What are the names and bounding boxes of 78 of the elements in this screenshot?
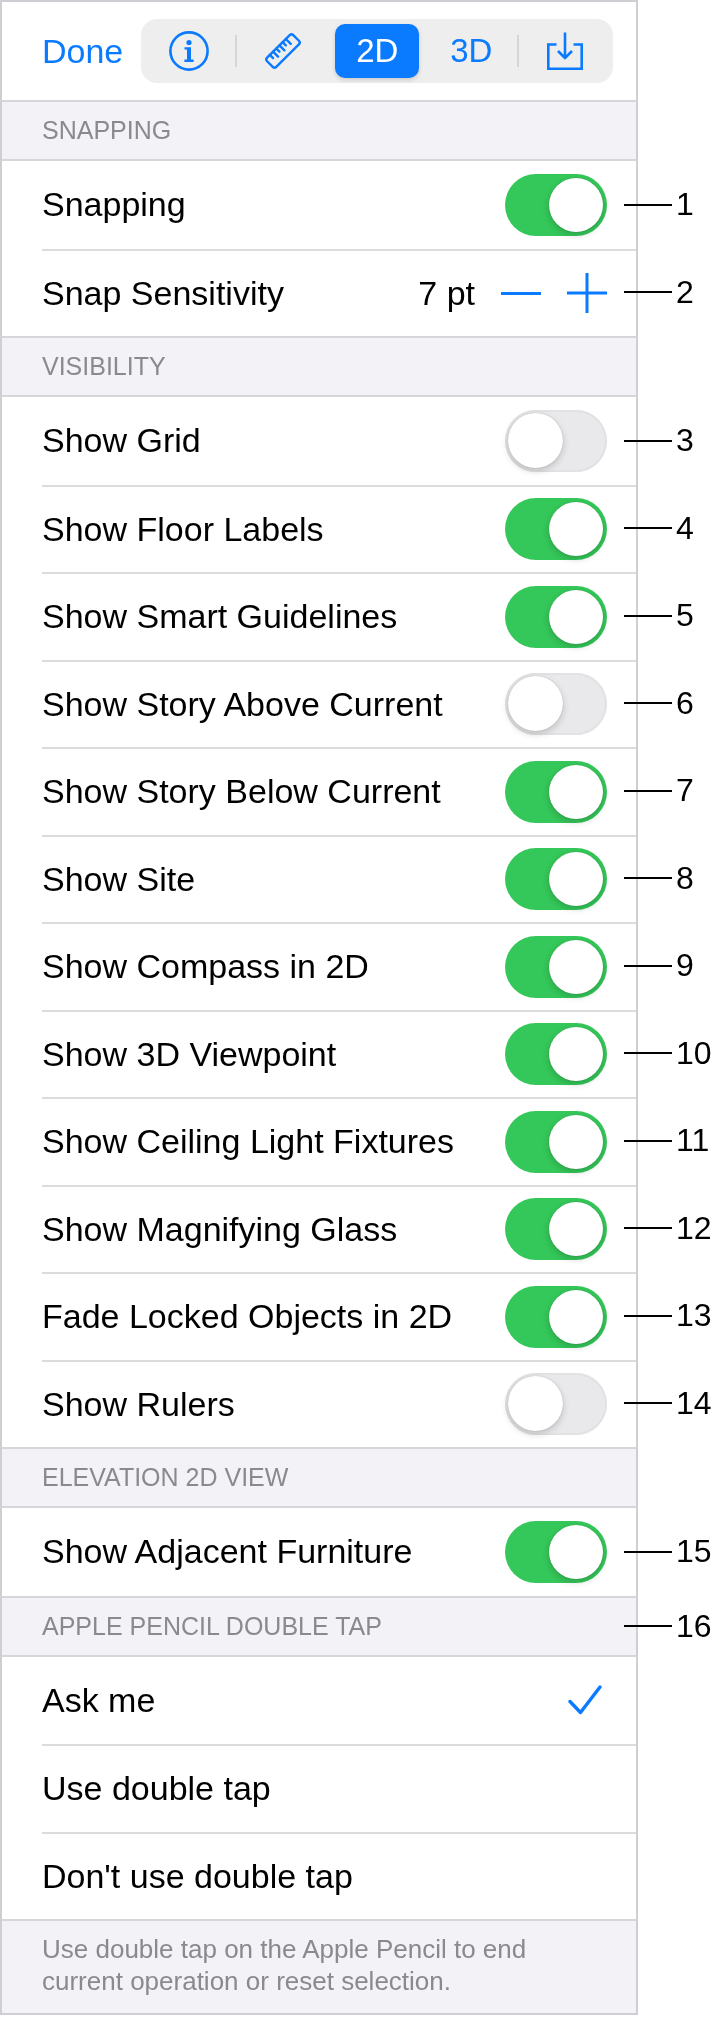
leader-line [624,964,672,967]
setting-label: Show Magnifying Glass [42,1209,399,1249]
toggle-switch[interactable] [505,498,607,561]
setting-label: Show Ceiling Light Fixtures [42,1122,455,1162]
callout-number: 10 [676,1034,712,1072]
callout-number: 15 [676,1533,712,1571]
download-icon [545,31,586,71]
toggle-switch[interactable] [505,1520,607,1583]
section-header: ELEVATION 2D VIEW [0,1447,638,1508]
done-button[interactable]: Done [42,31,124,71]
leader-line [624,1227,672,1230]
leader-line [624,1625,672,1627]
leader-line [624,614,672,617]
plus-icon [567,273,607,314]
callout-number: 7 [676,772,694,810]
setting-label: Show Story Above Current [42,684,444,724]
leader-line [624,789,672,792]
setting-label: Snapping [42,185,187,225]
section-header: SNAPPING [0,100,638,161]
callout-number: 14 [676,1384,712,1422]
section-header: APPLE PENCIL DOUBLE TAP [0,1595,638,1657]
toggle-switch[interactable] [505,1198,607,1261]
option-item[interactable]: Use double tap [42,1744,636,1832]
leader-line [624,439,672,442]
toggle-switch[interactable] [505,409,607,472]
callout-number: 11 [676,1122,710,1160]
callout-number: 13 [676,1297,712,1335]
setting-label: Show Rulers [42,1384,236,1424]
setting-label: Show 3D Viewpoint [42,1034,338,1074]
toggle-switch[interactable] [505,935,607,998]
checkmark-icon [568,1685,602,1716]
leader-line [624,203,672,206]
setting-label: Show Story Below Current [42,772,442,812]
leader-line [624,877,672,880]
option-item[interactable]: Ask me [42,1656,636,1744]
setting-label: Show Smart Guidelines [42,597,399,637]
info-icon [169,31,210,71]
toggle-switch[interactable] [505,760,607,823]
toggle-switch[interactable] [505,1285,607,1348]
leader-line [624,527,672,530]
leader-line [624,1314,672,1317]
leader-line [624,1402,672,1405]
leader-line [624,291,672,294]
callout-number: 9 [676,947,694,985]
leader-line [624,702,672,705]
setting-label: Show Floor Labels [42,509,325,549]
callout-number: 4 [676,509,694,547]
stepper-value: 7 pt [418,273,475,313]
view-mode-tab[interactable]: 2D [335,24,420,78]
callout-number: 16 [676,1607,712,1645]
leader-line [624,1052,672,1055]
callout-number: 3 [676,422,694,460]
ruler-icon [263,31,304,71]
toggle-switch[interactable] [505,1373,607,1436]
setting-label: Snap Sensitivity [42,273,285,313]
callout-number: 5 [676,597,694,635]
toggle-switch[interactable] [505,1023,607,1086]
callout-number: 2 [676,273,694,311]
minus-icon [501,291,541,295]
setting-label: Show Site [42,859,197,899]
setting-label: Show Compass in 2D [42,947,370,987]
setting-label: Show Grid [42,421,202,461]
leader-line [624,1139,672,1142]
section-header: VISIBILITY [0,336,638,397]
toggle-switch[interactable] [505,173,607,236]
toggle-switch[interactable] [505,585,607,648]
increment-button[interactable] [567,273,607,314]
callout-number: 12 [676,1209,712,1247]
callout-number: 6 [676,684,694,722]
toggle-switch[interactable] [505,673,607,736]
toggle-switch[interactable] [505,848,607,911]
setting-label: Fade Locked Objects in 2D [42,1297,454,1337]
footer-note: Use double tap on the Apple Pencil to end current operation or reset selection. [0,1919,638,2015]
setting-label: Show Adjacent Furniture [42,1532,414,1572]
toggle-switch[interactable] [505,1110,607,1173]
leader-line [624,1550,672,1553]
callout-number: 1 [676,186,694,224]
callout-number: 8 [676,859,694,897]
